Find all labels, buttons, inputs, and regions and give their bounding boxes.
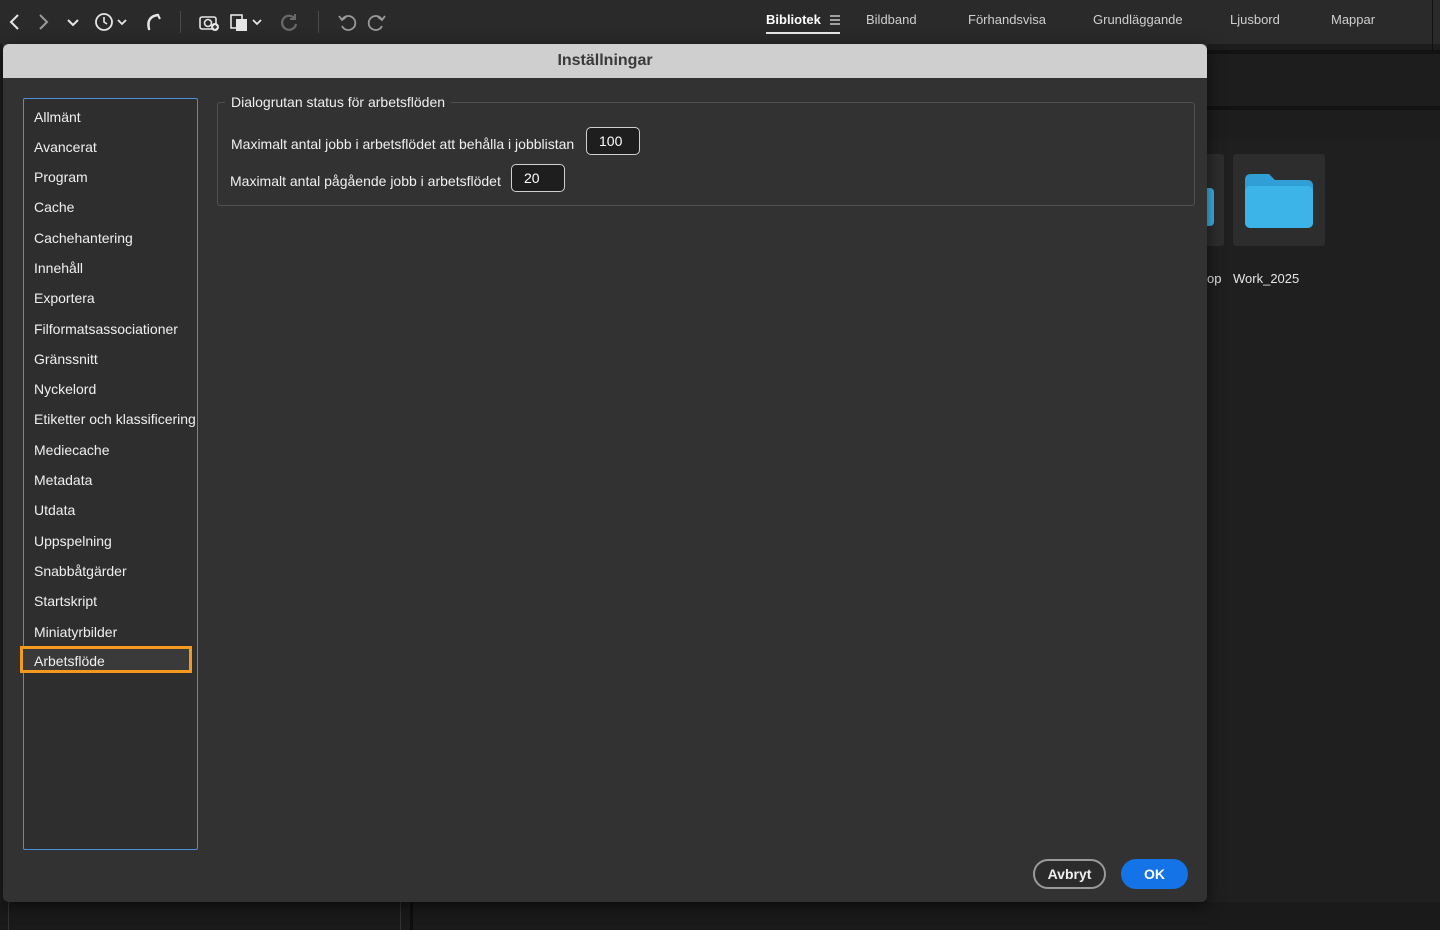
nav-item-allmant[interactable]: Allmänt	[34, 109, 81, 125]
nav-item-arbetsflode[interactable]: Arbetsflöde	[20, 646, 192, 673]
forward-arrow-icon[interactable]	[30, 9, 56, 35]
copy-icon[interactable]	[228, 9, 268, 35]
nav-item-uppspelning[interactable]: Uppspelning	[34, 533, 112, 549]
cancel-button[interactable]: Avbryt	[1033, 859, 1106, 889]
folder-tile[interactable]	[1233, 154, 1325, 246]
workspace-tab-grundlaggande[interactable]: Grundläggande	[1093, 12, 1183, 27]
nav-item-exportera[interactable]: Exportera	[34, 290, 95, 306]
nav-item-program[interactable]: Program	[34, 169, 88, 185]
toolbar-divider	[1432, 0, 1433, 50]
nav-item-mediecache[interactable]: Mediecache	[34, 442, 110, 458]
preferences-dialog: Inställningar Allmänt Avancerat Program …	[3, 44, 1207, 902]
nav-item-nyckelord[interactable]: Nyckelord	[34, 381, 96, 397]
history-icon[interactable]	[92, 9, 132, 35]
refresh-icon[interactable]	[276, 9, 302, 35]
panel-divider	[1207, 50, 1440, 54]
max-running-jobs-label: Maximalt antal pågående jobb i arbetsflö…	[230, 173, 501, 189]
nav-item-granssnitt[interactable]: Gränssnitt	[34, 351, 98, 367]
nav-item-etiketter[interactable]: Etiketter och klassificering	[34, 411, 196, 427]
nav-item-snabbatgarder[interactable]: Snabbåtgärder	[34, 563, 127, 579]
max-running-jobs-input[interactable]	[511, 164, 565, 192]
dialog-title: Inställningar	[3, 44, 1207, 78]
back-arrow-icon[interactable]	[2, 9, 28, 35]
undo-icon[interactable]	[334, 9, 360, 35]
camera-import-icon[interactable]	[196, 9, 222, 35]
boomerang-icon[interactable]	[140, 9, 166, 35]
nav-item-filformatsassociationer[interactable]: Filformatsassociationer	[34, 321, 178, 337]
workflow-status-group	[217, 102, 1195, 206]
workspace-tab-forhandsvisa[interactable]: Förhandsvisa	[968, 12, 1046, 27]
app-toolbar: Bibliotek Bildband Förhandsvisa Grundläg…	[0, 0, 1440, 50]
chevron-down-icon[interactable]	[60, 9, 86, 35]
menu-icon[interactable]	[829, 14, 841, 26]
nav-item-avancerat[interactable]: Avancerat	[34, 139, 97, 155]
preferences-category-list[interactable]: Allmänt Avancerat Program Cache Cachehan…	[20, 98, 198, 850]
workspace-tab-ljusbord[interactable]: Ljusbord	[1230, 12, 1280, 27]
nav-item-cache[interactable]: Cache	[34, 199, 74, 215]
ok-button[interactable]: OK	[1121, 859, 1188, 889]
nav-item-cachehantering[interactable]: Cachehantering	[34, 230, 133, 246]
nav-item-innehall[interactable]: Innehåll	[34, 260, 83, 276]
content-panel	[1207, 140, 1440, 902]
panel-divider	[1207, 106, 1440, 110]
bottom-panel	[0, 902, 1440, 930]
folder-label: op	[1207, 271, 1222, 286]
workspace-tab-bildband[interactable]: Bildband	[866, 12, 917, 27]
group-title: Dialogrutan status för arbetsflöden	[225, 94, 452, 110]
nav-item-utdata[interactable]: Utdata	[34, 502, 75, 518]
nav-item-startskript[interactable]: Startskript	[34, 593, 97, 609]
redo-icon[interactable]	[364, 9, 390, 35]
max-jobs-input[interactable]	[586, 127, 640, 155]
folder-label: Work_2025	[1233, 271, 1300, 286]
nav-item-metadata[interactable]: Metadata	[34, 472, 92, 488]
nav-item-miniatyrbilder[interactable]: Miniatyrbilder	[34, 624, 117, 640]
workspace-tab-bibliotek[interactable]: Bibliotek	[766, 12, 821, 27]
workspace-tab-mappar[interactable]: Mappar	[1331, 12, 1375, 27]
nav-item-label: Arbetsflöde	[34, 653, 105, 669]
active-tab-indicator	[766, 32, 840, 34]
max-jobs-label: Maximalt antal jobb i arbetsflödet att b…	[231, 136, 575, 152]
folder-icon	[1245, 174, 1313, 228]
